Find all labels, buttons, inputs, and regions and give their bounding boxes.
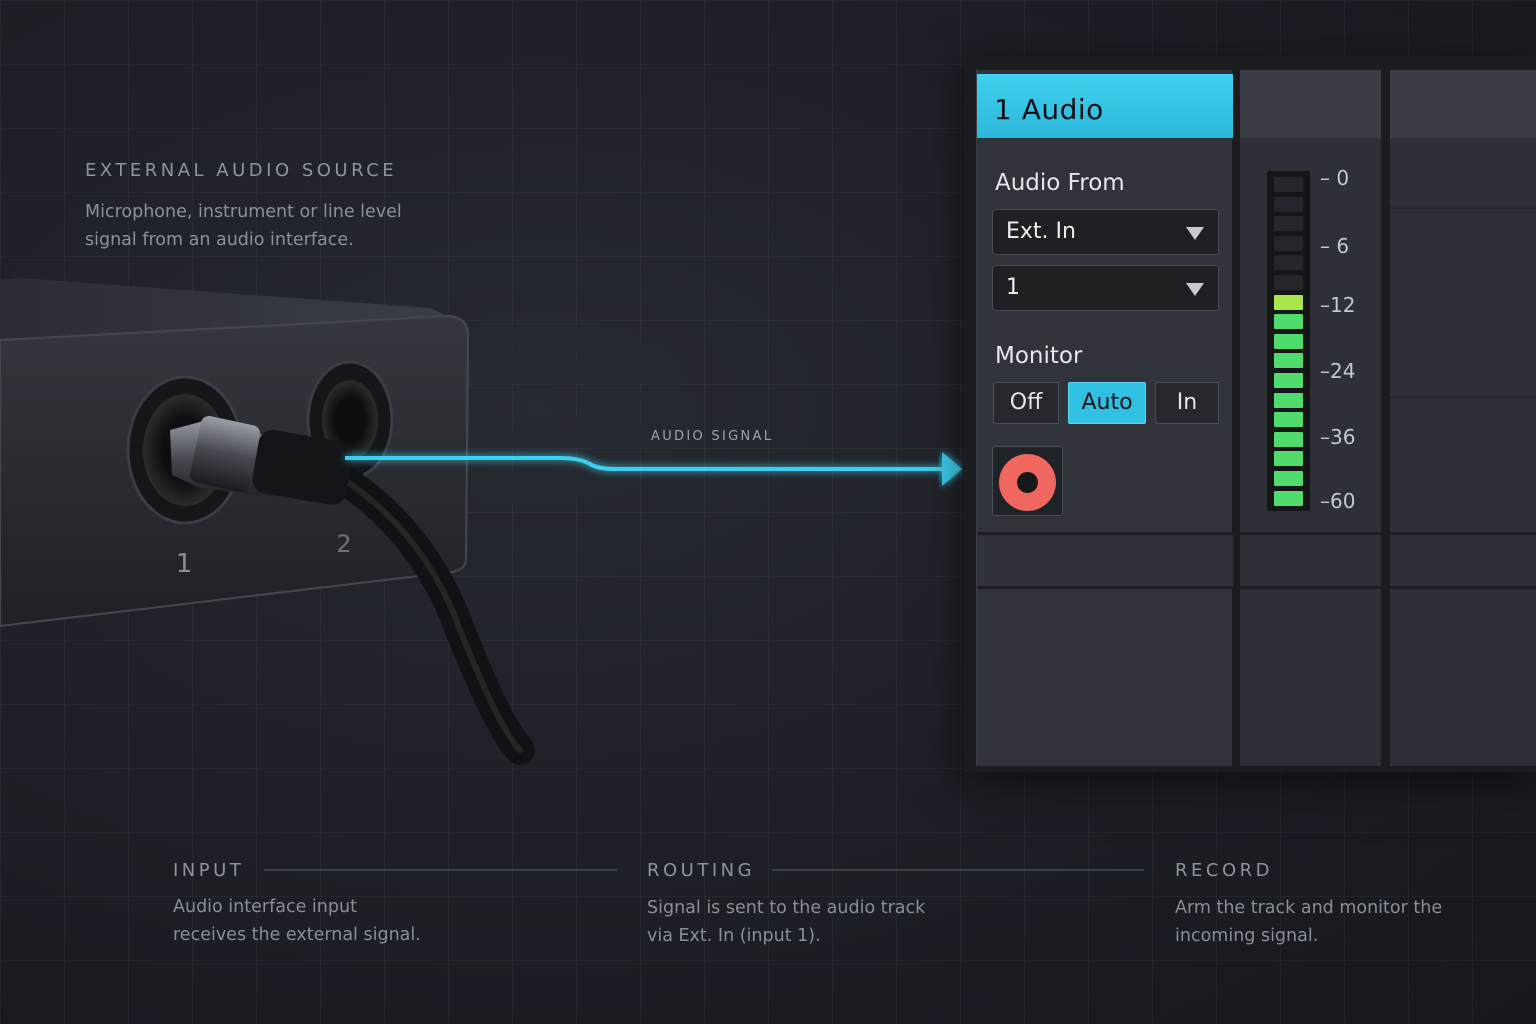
meter-segment (1274, 333, 1303, 349)
monitor-in-button[interactable]: In (1155, 382, 1219, 424)
meter-tick-24: –24 (1320, 359, 1356, 383)
audio-from-channel-value: 1 (1006, 275, 1020, 300)
level-meter (1266, 170, 1311, 512)
meter-segment (1274, 255, 1303, 271)
track-lane-row (977, 535, 1233, 586)
meter-segment (1274, 451, 1303, 467)
monitor-label: Monitor (995, 343, 1083, 369)
meter-segment (1274, 431, 1303, 447)
meter-segment (1274, 235, 1303, 251)
meter-segment (1274, 392, 1303, 408)
step-routing-heading: ROUTING (647, 860, 756, 881)
next-track-header (1390, 70, 1536, 138)
meter-segment (1274, 275, 1303, 290)
meter-segment (1274, 412, 1303, 428)
record-arm-button[interactable] (992, 446, 1063, 516)
step-input-heading: INPUT (173, 860, 245, 881)
meter-segment (1274, 490, 1303, 506)
next-track-column (1390, 70, 1536, 766)
meter-segment (1274, 216, 1303, 232)
meter-tick-36: –36 (1320, 425, 1356, 449)
signal-arrowhead (942, 452, 962, 486)
meter-tick-12: –12 (1320, 293, 1356, 317)
meter-segment (1274, 471, 1303, 486)
audio-from-source-value: Ext. In (1006, 219, 1076, 244)
meter-segment (1274, 196, 1303, 212)
step-record-description: Arm the track and monitor the incoming s… (1175, 898, 1443, 946)
step-record-heading: RECORD (1175, 860, 1273, 881)
audio-from-channel-dropdown[interactable]: 1 (992, 265, 1219, 311)
chevron-down-icon (1186, 283, 1204, 296)
step-routing-description: Signal is sent to the audio track via Ex… (647, 898, 926, 946)
audio-from-source-dropdown[interactable]: Ext. In (992, 209, 1219, 255)
meter-tick-60: –60 (1320, 489, 1356, 513)
chevron-down-icon (1186, 227, 1204, 240)
meter-segment (1274, 314, 1303, 330)
meter-segment (1274, 373, 1303, 388)
track-title[interactable]: 1 Audio (977, 74, 1233, 138)
meter-tick-0: – 0 (1320, 166, 1350, 190)
step-input-description: Audio interface input receives the exter… (173, 897, 421, 945)
audio-from-label: Audio From (995, 170, 1125, 196)
meter-segment (1274, 353, 1303, 369)
meter-segment (1274, 177, 1303, 192)
step-routing-divider (772, 869, 1144, 871)
signal-path (345, 456, 944, 471)
monitor-off-button[interactable]: Off (993, 382, 1059, 424)
monitor-auto-button[interactable]: Auto (1068, 382, 1146, 424)
meter-segment (1274, 294, 1303, 310)
meter-column-header (1240, 70, 1381, 138)
meter-tick-6: – 6 (1320, 234, 1350, 258)
signal-label: AUDIO SIGNAL (651, 429, 774, 444)
record-icon (999, 454, 1056, 511)
step-input-divider (264, 869, 618, 871)
audio-track: 1 Audio Audio From Ext. In 1 Monitor Off… (976, 70, 1233, 766)
